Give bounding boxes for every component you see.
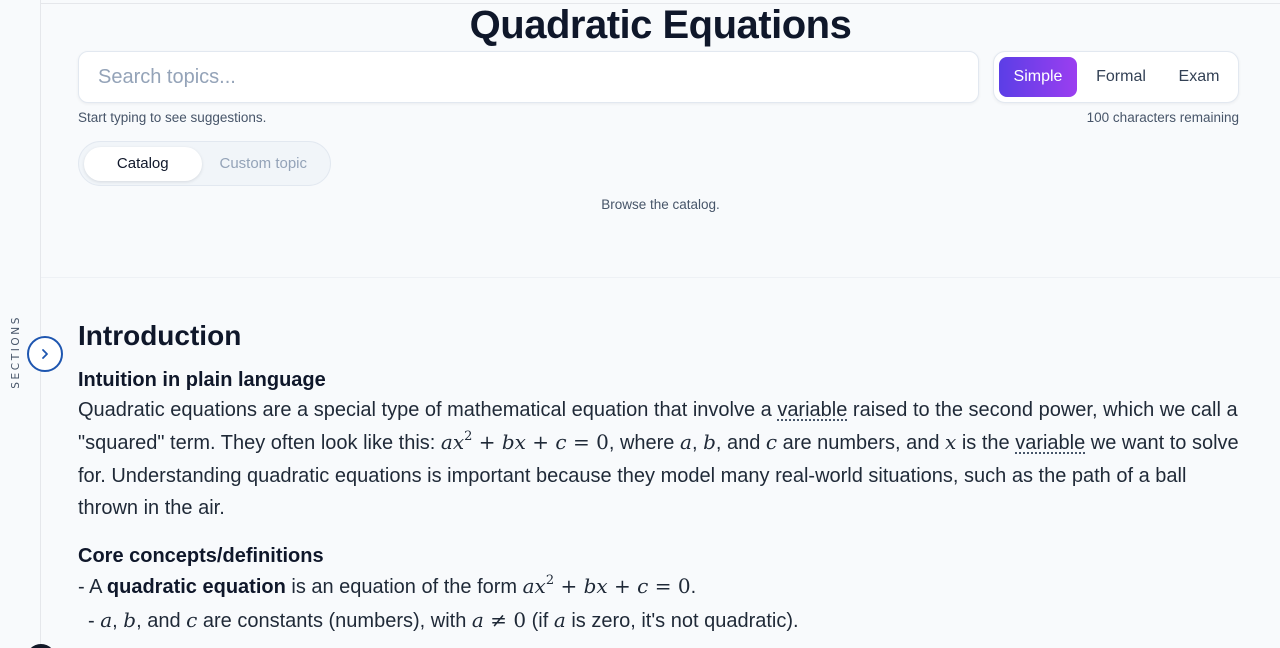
search-hint: Start typing to see suggestions. bbox=[78, 110, 267, 125]
source-tabs: Catalog Custom topic bbox=[78, 141, 331, 186]
article: Introduction Intuition in plain language… bbox=[78, 318, 1243, 637]
mode-switcher: Simple Formal Exam bbox=[993, 51, 1239, 103]
equation-inline: ax2 + bx + c = 0 bbox=[440, 429, 609, 455]
help-button[interactable] bbox=[26, 644, 56, 648]
section-title: Introduction bbox=[78, 320, 242, 351]
mode-formal-button[interactable]: Formal bbox=[1077, 57, 1165, 97]
page-title: Quadratic Equations bbox=[469, 3, 852, 47]
glossary-term-variable[interactable]: variable bbox=[777, 399, 847, 421]
search-input[interactable] bbox=[78, 51, 979, 103]
sections-toggle-button[interactable] bbox=[27, 336, 63, 372]
chevron-right-icon bbox=[42, 349, 48, 359]
tab-catalog[interactable]: Catalog bbox=[84, 146, 202, 181]
list-item: - A quadratic equation is an equation of… bbox=[78, 573, 697, 599]
equation-inline: ax2 + bx + c = 0 bbox=[522, 573, 691, 599]
core-heading: Core concepts/definitions bbox=[78, 545, 324, 568]
inequality-inline: a ≠ 0 bbox=[471, 607, 527, 632]
intuition-paragraph: Quadratic equations are a special type o… bbox=[78, 399, 1239, 519]
section-divider bbox=[41, 277, 1280, 278]
mode-exam-button[interactable]: Exam bbox=[1165, 57, 1233, 97]
glossary-term-variable[interactable]: variable bbox=[1015, 432, 1085, 454]
sections-label: SECTIONS bbox=[10, 315, 22, 389]
character-counter: 100 characters remaining bbox=[1086, 110, 1239, 125]
tab-custom-topic[interactable]: Custom topic bbox=[202, 147, 325, 181]
list-item: - a, b, and c are constants (numbers), w… bbox=[88, 607, 799, 632]
mode-simple-button[interactable]: Simple bbox=[999, 57, 1077, 97]
sections-rail: SECTIONS bbox=[0, 0, 56, 648]
catalog-status: Browse the catalog. bbox=[601, 197, 720, 212]
intuition-heading: Intuition in plain language bbox=[78, 369, 326, 391]
